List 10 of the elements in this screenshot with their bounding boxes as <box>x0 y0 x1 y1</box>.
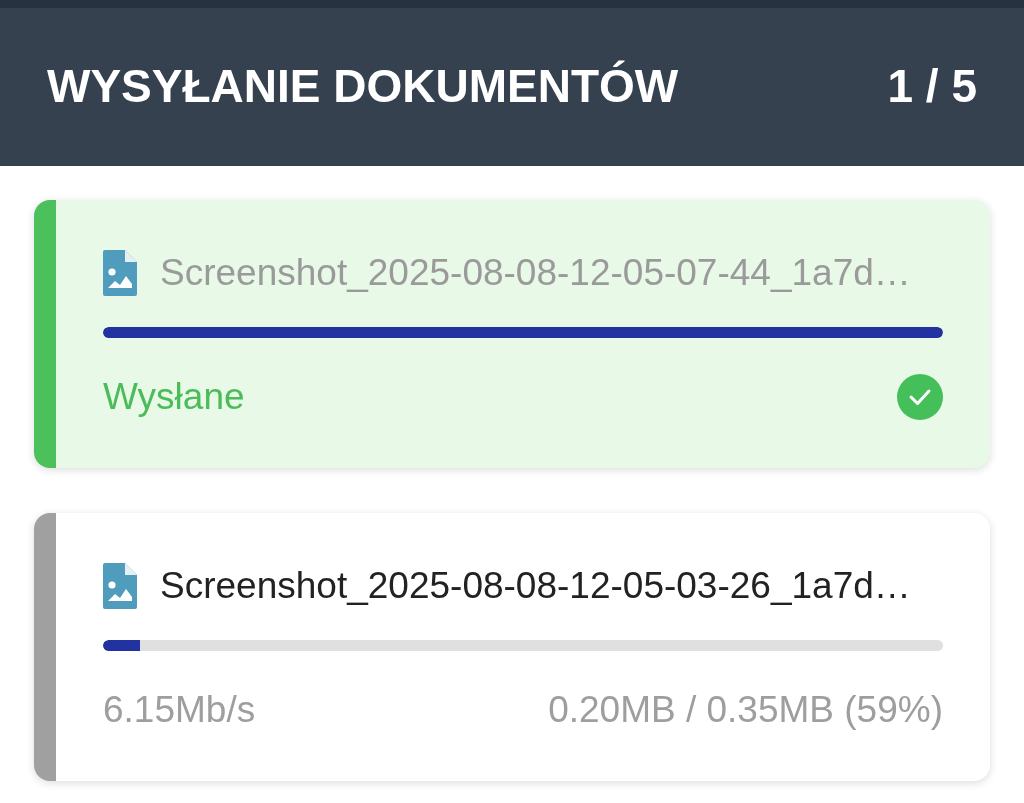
check-circle-icon <box>897 374 943 420</box>
document-counter: 1 / 5 <box>887 59 977 115</box>
file-name: Screenshot_2025-08-08-12-05-07-44_1a7d… <box>160 251 911 295</box>
upload-size: 0.20MB / 0.35MB (59%) <box>548 688 943 732</box>
file-name: Screenshot_2025-08-08-12-05-03-26_1a7d… <box>160 564 911 608</box>
image-file-icon <box>103 250 137 296</box>
upload-status: Wysłane <box>103 375 245 419</box>
image-file-icon <box>103 563 137 609</box>
upload-speed: 6.15Mb/s <box>103 688 256 732</box>
screen-title: WYSYŁANIE DOKUMENTÓW <box>47 59 679 115</box>
